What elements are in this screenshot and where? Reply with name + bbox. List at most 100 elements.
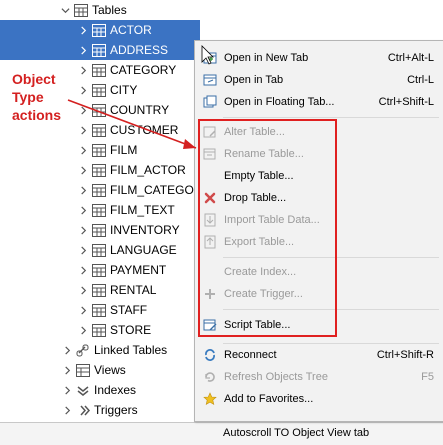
menu-item-refresh-objects-tree[interactable]: Refresh Objects Tree F5 — [195, 366, 443, 388]
table-icon — [92, 223, 106, 237]
menu-item-label: Autoscroll TO Object View tab — [223, 427, 370, 439]
chevron-right-icon[interactable] — [78, 205, 88, 215]
highlight-box — [198, 119, 337, 337]
table-icon — [92, 63, 106, 77]
annotation-line2: Type — [12, 89, 44, 105]
chevron-right-icon[interactable] — [78, 245, 88, 255]
menu-item-autoscroll[interactable]: Autoscroll TO Object View tab — [194, 422, 443, 444]
tree-item-triggers[interactable]: Triggers — [62, 400, 138, 420]
annotation-line1: Object — [12, 71, 56, 87]
annotation-line3: actions — [12, 107, 62, 123]
chevron-right-icon[interactable] — [78, 165, 88, 175]
menu-item-label: Open in Tab — [224, 74, 284, 86]
tree-item-label: Linked Tables — [94, 343, 168, 357]
chevron-right-icon[interactable] — [78, 145, 88, 155]
chevron-right-icon[interactable] — [78, 185, 88, 195]
new-tab-icon — [203, 51, 217, 65]
table-icon — [92, 243, 106, 257]
indexes-icon — [76, 384, 90, 397]
tree-item-label: FILM — [110, 143, 138, 157]
tree-item-label: LANGUAGE — [110, 243, 177, 257]
tree-item-table[interactable]: FILM — [78, 140, 137, 160]
tree-item-table[interactable]: FILM_TEXT — [78, 200, 175, 220]
tree-item-table[interactable]: CATEGORY — [78, 60, 176, 80]
menu-item-open-new-tab[interactable]: Open in New Tab Ctrl+Alt-L — [195, 47, 443, 69]
tree-item-linked-tables[interactable]: Linked Tables — [62, 340, 167, 360]
chevron-right-icon[interactable] — [78, 105, 88, 115]
open-tab-icon — [203, 73, 217, 87]
table-icon — [92, 103, 106, 117]
triggers-icon — [76, 404, 90, 417]
menu-item-shortcut: Ctrl-L — [407, 74, 434, 86]
chevron-right-icon[interactable] — [78, 265, 88, 275]
tree-item-label: Tables — [92, 3, 127, 17]
tree-item-table[interactable]: FILM_CATEGO — [78, 180, 194, 200]
tree-item-label: ADDRESS — [110, 43, 169, 57]
chevron-right-icon[interactable] — [78, 65, 88, 75]
menu-item-open-tab[interactable]: Open in Tab Ctrl-L — [195, 69, 443, 91]
tree-item-label: Indexes — [94, 383, 137, 397]
tree-item-table[interactable]: STORE — [78, 320, 151, 340]
table-icon — [92, 183, 106, 197]
tree-item-label: CUSTOMER — [110, 123, 179, 137]
tree-item-table[interactable]: FILM_ACTOR — [78, 160, 186, 180]
chevron-right-icon[interactable] — [78, 125, 88, 135]
refresh-icon — [203, 370, 217, 384]
menu-item-shortcut: Ctrl+Shift-L — [378, 96, 434, 108]
tree-item-label: RENTAL — [110, 283, 157, 297]
reconnect-icon — [203, 348, 217, 362]
menu-item-label: Open in Floating Tab... — [224, 96, 335, 108]
tree-item-table[interactable]: CITY — [78, 80, 137, 100]
chevron-right-icon[interactable] — [78, 225, 88, 235]
menu-item-open-floating-tab[interactable]: Open in Floating Tab... Ctrl+Shift-L — [195, 91, 443, 113]
table-icon — [92, 123, 106, 137]
tree-item-label: Triggers — [94, 403, 138, 417]
chevron-right-icon[interactable] — [78, 85, 88, 95]
table-icon — [92, 23, 106, 37]
tree-item-label: PAYMENT — [110, 263, 167, 277]
chevron-right-icon[interactable] — [78, 325, 88, 335]
table-icon — [92, 263, 106, 277]
tree-item-label: CITY — [110, 83, 138, 97]
tree-item-label: FILM_ACTOR — [110, 163, 186, 177]
menu-item-label: Reconnect — [224, 349, 277, 361]
tree-item-label: ACTOR — [110, 23, 152, 37]
annotation-label: Object Type actions — [12, 70, 61, 124]
menu-item-shortcut: Ctrl+Shift-R — [376, 349, 434, 361]
tree-item-tables[interactable]: Tables — [60, 0, 127, 20]
chevron-down-icon[interactable] — [60, 5, 70, 15]
chevron-right-icon[interactable] — [62, 385, 72, 395]
chevron-right-icon[interactable] — [78, 25, 88, 35]
table-icon — [92, 283, 106, 297]
tree-item-table[interactable]: ACTOR — [78, 20, 152, 40]
tree-item-table[interactable]: ADDRESS — [78, 40, 168, 60]
menu-item-shortcut: F5 — [421, 371, 434, 383]
tree-item-label: STORE — [110, 323, 152, 337]
tree-item-table[interactable]: LANGUAGE — [78, 240, 177, 260]
tree-item-table[interactable]: INVENTORY — [78, 220, 180, 240]
tree-item-label: STAFF — [110, 303, 148, 317]
tree-item-label: INVENTORY — [110, 223, 180, 237]
chevron-right-icon[interactable] — [78, 305, 88, 315]
table-icon — [92, 163, 106, 177]
chevron-right-icon[interactable] — [62, 365, 72, 375]
table-icon — [92, 43, 106, 57]
chevron-right-icon[interactable] — [62, 405, 72, 415]
chevron-right-icon[interactable] — [78, 285, 88, 295]
tree-item-views[interactable]: Views — [62, 360, 126, 380]
chevron-right-icon[interactable] — [62, 345, 72, 355]
tree-item-table[interactable]: PAYMENT — [78, 260, 166, 280]
chevron-right-icon[interactable] — [78, 45, 88, 55]
tree-item-label: COUNTRY — [110, 103, 170, 117]
table-icon — [92, 143, 106, 157]
menu-item-add-to-favorites[interactable]: Add to Favorites... — [195, 388, 443, 410]
tree-item-indexes[interactable]: Indexes — [62, 380, 136, 400]
tree-item-table[interactable]: COUNTRY — [78, 100, 169, 120]
table-icon — [92, 303, 106, 317]
link-icon — [76, 344, 90, 357]
tree-item-table[interactable]: STAFF — [78, 300, 147, 320]
tree-item-table[interactable]: CUSTOMER — [78, 120, 178, 140]
tree-item-table[interactable]: RENTAL — [78, 280, 156, 300]
menu-item-label: Refresh Objects Tree — [224, 371, 328, 383]
menu-item-reconnect[interactable]: Reconnect Ctrl+Shift-R — [195, 344, 443, 366]
